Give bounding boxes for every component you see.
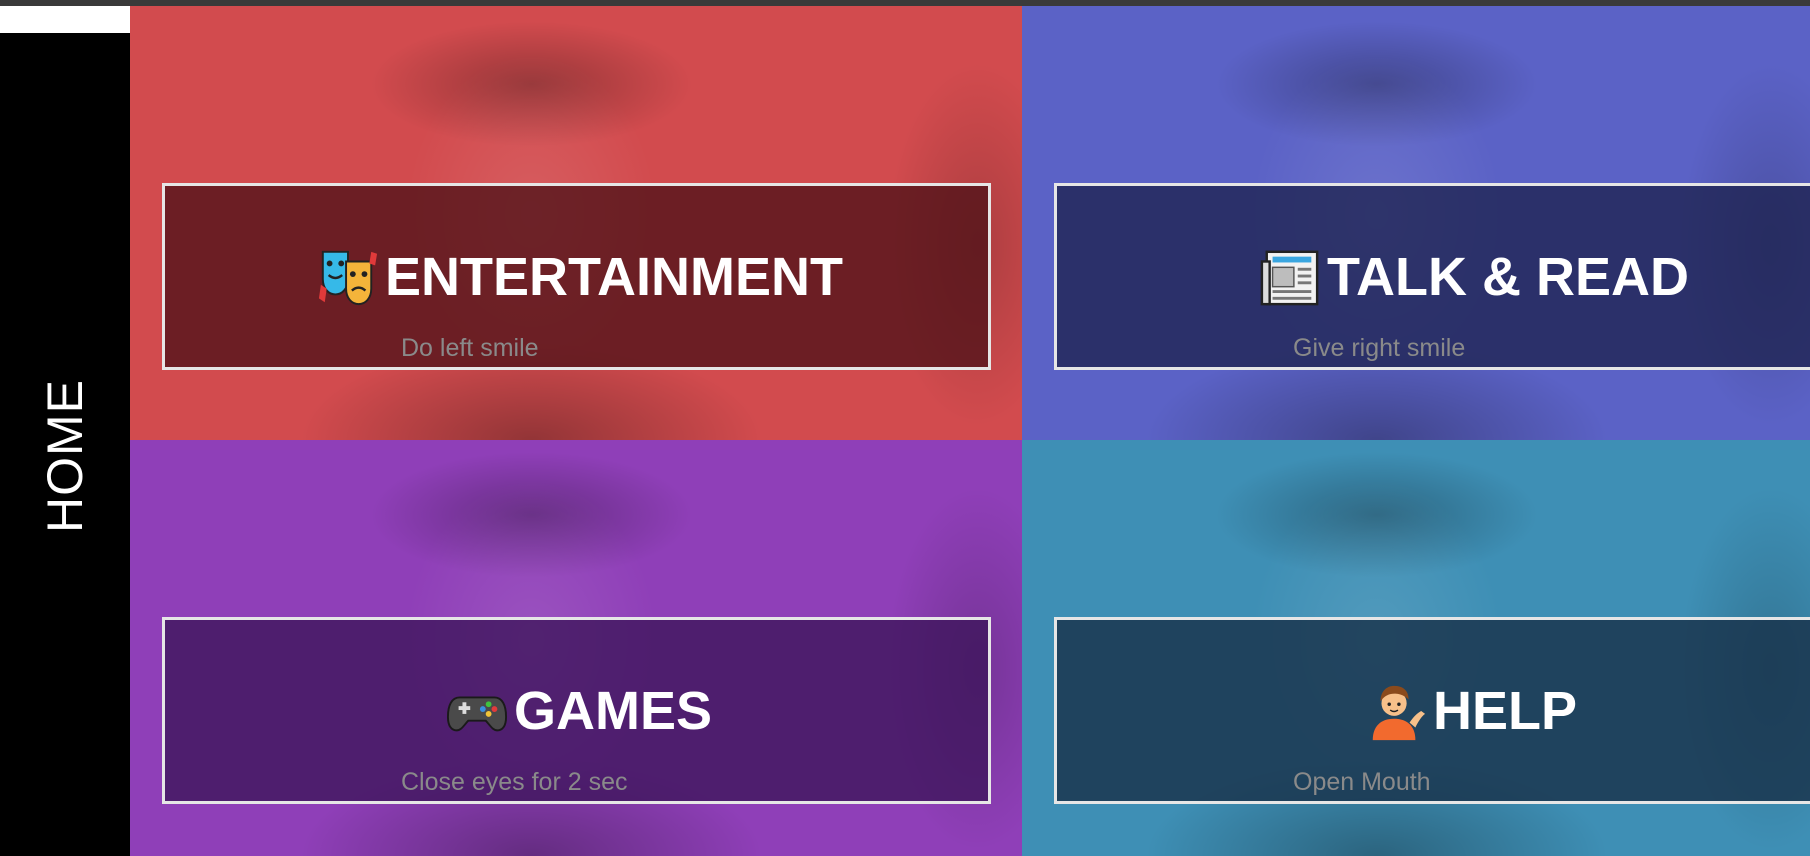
talk-read-card[interactable]: TALK & READ Give right smile: [1054, 183, 1810, 370]
tile-games[interactable]: GAMES Close eyes for 2 sec: [130, 440, 1022, 856]
sidebar: HOME: [0, 6, 130, 856]
games-title: GAMES: [514, 681, 713, 741]
help-subtitle: Open Mouth: [1293, 768, 1431, 796]
entertainment-card[interactable]: ENTERTAINMENT Do left smile: [162, 183, 991, 370]
entertainment-subtitle: Do left smile: [401, 334, 539, 362]
help-title: HELP: [1433, 681, 1578, 741]
tile-help[interactable]: HELP Open Mouth: [1022, 440, 1810, 856]
tile-entertainment[interactable]: ENTERTAINMENT Do left smile: [130, 6, 1022, 440]
raising-hand-person-icon: [1372, 685, 1426, 741]
newspaper-icon: [1260, 250, 1319, 306]
talk-read-title: TALK & READ: [1327, 247, 1689, 307]
games-card[interactable]: GAMES Close eyes for 2 sec: [162, 617, 991, 804]
performing-arts-icon: [318, 250, 378, 306]
menu-grid: ENTERTAINMENT Do left smile TALK & READ …: [130, 6, 1810, 856]
help-card[interactable]: HELP Open Mouth: [1054, 617, 1810, 804]
sidebar-top-strip: [0, 6, 130, 33]
game-controller-icon: [446, 696, 508, 732]
home-label[interactable]: HOME: [36, 379, 94, 533]
entertainment-title: ENTERTAINMENT: [385, 247, 843, 307]
tile-talk-read[interactable]: TALK & READ Give right smile: [1022, 6, 1810, 440]
talk-read-subtitle: Give right smile: [1293, 334, 1466, 362]
games-subtitle: Close eyes for 2 sec: [401, 768, 628, 796]
